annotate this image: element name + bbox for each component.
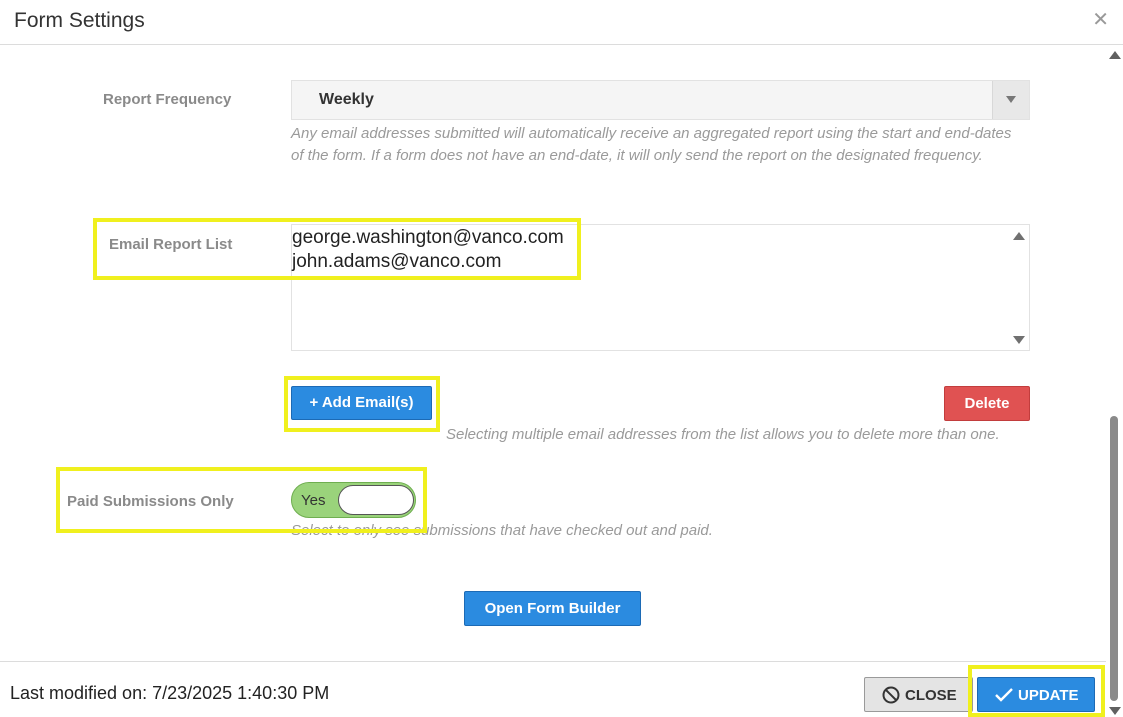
close-icon[interactable]: ✕ xyxy=(1092,7,1109,32)
toggle-knob xyxy=(338,485,414,515)
email-report-list-label: Email Report List xyxy=(109,236,233,253)
listbox-scroll-up-icon[interactable] xyxy=(1013,232,1025,240)
toggle-state-text: Yes xyxy=(301,492,326,509)
list-item[interactable]: john.adams@vanco.com xyxy=(292,251,501,273)
open-form-builder-button[interactable]: Open Form Builder xyxy=(464,591,641,626)
report-frequency-label: Report Frequency xyxy=(103,91,232,108)
paid-submissions-help: Select to only see submissions that have… xyxy=(291,522,713,539)
update-button[interactable]: UPDATE xyxy=(977,677,1095,712)
scroll-down-icon[interactable] xyxy=(1109,707,1121,715)
report-frequency-help: Any email addresses submitted will autom… xyxy=(291,125,1012,164)
dialog-footer: Last modified on: 7/23/2025 1:40:30 PM C… xyxy=(0,661,1106,717)
scroll-up-icon[interactable] xyxy=(1109,51,1121,59)
select-dropdown-button[interactable] xyxy=(992,81,1029,119)
email-report-listbox[interactable]: george.washington@vanco.com john.adams@v… xyxy=(291,224,1030,351)
scroll-thumb[interactable] xyxy=(1110,416,1118,701)
delete-email-button[interactable]: Delete xyxy=(944,386,1030,421)
check-icon xyxy=(995,688,1013,702)
report-frequency-select[interactable]: Weekly xyxy=(291,80,1030,120)
close-button-label: CLOSE xyxy=(905,687,957,704)
email-actions-help: Selecting multiple email addresses from … xyxy=(446,426,1000,443)
update-button-label: UPDATE xyxy=(1018,687,1079,704)
listbox-scroll-down-icon[interactable] xyxy=(1013,336,1025,344)
dialog-header: Form Settings ✕ xyxy=(0,0,1123,45)
chevron-down-icon xyxy=(1006,96,1016,103)
close-button[interactable]: CLOSE xyxy=(864,677,973,712)
paid-submissions-label: Paid Submissions Only xyxy=(67,493,234,510)
last-modified-text: Last modified on: 7/23/2025 1:40:30 PM xyxy=(10,683,330,703)
paid-submissions-toggle[interactable]: Yes xyxy=(291,482,416,518)
dialog-title: Form Settings xyxy=(14,9,145,32)
ban-icon xyxy=(882,686,900,704)
add-email-button[interactable]: + Add Email(s) xyxy=(291,386,432,420)
list-item[interactable]: george.washington@vanco.com xyxy=(292,227,564,249)
dialog-body: Report Frequency Weekly Any email addres… xyxy=(0,46,1106,661)
report-frequency-value: Weekly xyxy=(319,91,374,108)
dialog-scrollbar[interactable] xyxy=(1106,46,1123,717)
